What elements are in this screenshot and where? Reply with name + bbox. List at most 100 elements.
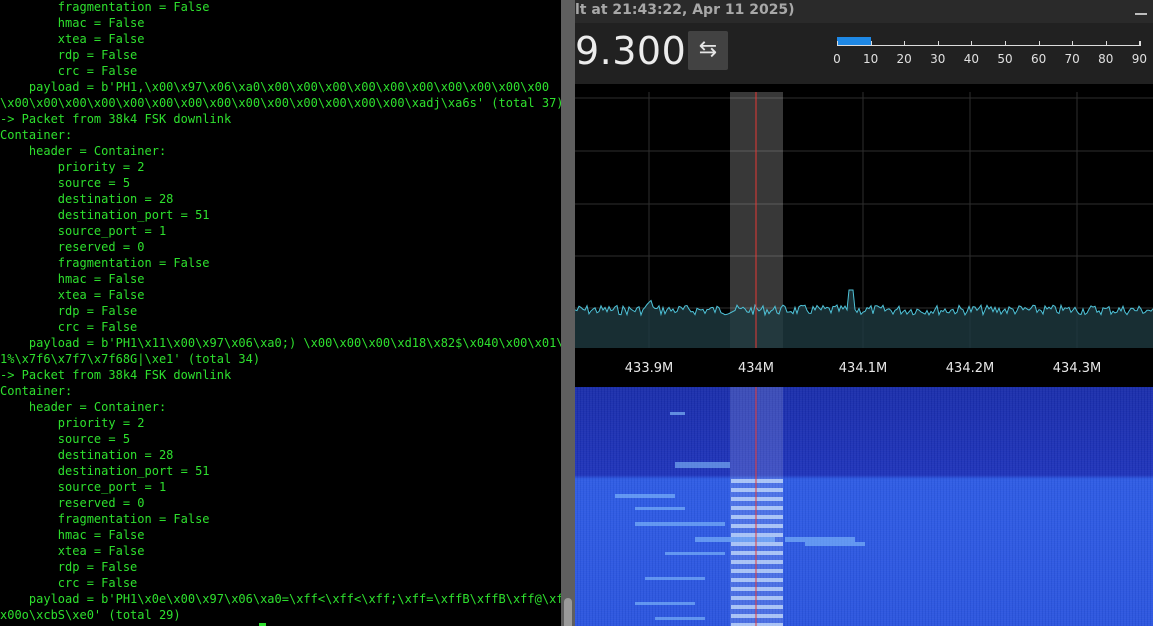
waterfall-burst	[731, 587, 783, 591]
waterfall-burst	[731, 488, 783, 492]
terminal-line: source = 5	[0, 176, 131, 190]
terminal-line: header = Container:	[0, 400, 167, 414]
terminal-line: payload = b'PH1,\x00\x97\x06\xa0\x00\x00…	[0, 80, 550, 94]
signal-meter: 0 10 20 30 40 50 60 70 80 90	[833, 35, 1148, 75]
waterfall-burst	[731, 578, 783, 582]
frequency-axis-label: 434.3M	[1052, 361, 1102, 376]
waterfall-trace	[655, 617, 705, 620]
terminal-line: hmac = False	[0, 16, 145, 30]
swap-button[interactable]: ⇆	[688, 31, 728, 70]
sdr-controls: 9.300 ⇆ 0 10 20 30 40 50 60 70 80 90	[575, 23, 1153, 84]
frequency-display[interactable]: 9.300	[575, 29, 686, 73]
terminal-line: x00o\xcbS\xe0' (total 29)	[0, 608, 181, 622]
window-divider	[561, 0, 575, 626]
signal-meter-label: 90	[1131, 52, 1148, 66]
waterfall-burst	[731, 560, 783, 564]
waterfall-display[interactable]	[575, 387, 1153, 626]
frequency-axis: 433.9M 434M 434.1M 434.2M 434.3M	[575, 348, 1153, 386]
waterfall-burst	[731, 596, 783, 600]
signal-meter-label: 20	[896, 52, 912, 66]
waterfall-trace	[615, 494, 675, 498]
terminal-line: -> Packet from 38k4 FSK downlink	[0, 112, 232, 126]
signal-meter-tick	[937, 41, 939, 46]
terminal-line: hmac = False	[0, 528, 145, 542]
terminal-line: crc = False	[0, 576, 138, 590]
terminal-line: hmac = False	[0, 272, 145, 286]
waterfall-trace	[785, 537, 855, 542]
signal-meter-tick	[870, 41, 872, 46]
signal-meter-fill	[837, 37, 871, 45]
signal-meter-label: 0	[833, 52, 841, 66]
terminal-line: fragmentation = False	[0, 256, 210, 270]
sdr-title: lt at 21:43:22, Apr 11 2025)	[575, 2, 795, 18]
terminal-line: priority = 2	[0, 416, 145, 430]
terminal-line: xtea = False	[0, 32, 145, 46]
terminal-line: destination_port = 51	[0, 464, 210, 478]
frequency-axis-label: 434M	[737, 361, 775, 376]
waterfall-trace	[670, 412, 685, 415]
terminal-window[interactable]: fragmentation = False hmac = False xtea …	[0, 0, 561, 626]
minimize-icon[interactable]	[1135, 13, 1147, 15]
terminal-line: rdp = False	[0, 560, 138, 574]
signal-meter-label: 10	[862, 52, 879, 66]
terminal-line: priority = 2	[0, 160, 145, 174]
signal-meter-label: 70	[1064, 52, 1080, 66]
terminal-line: Container:	[0, 128, 73, 142]
waterfall-trace	[665, 552, 725, 555]
terminal-line: xtea = False	[0, 544, 145, 558]
terminal-line: payload = b'PH1\x11\x00\x97\x06\xa0;) \x…	[0, 336, 561, 350]
waterfall-trace	[695, 537, 775, 542]
waterfall-trace	[645, 577, 705, 580]
terminal-line: header = Container:	[0, 144, 167, 158]
frequency-axis-label: 434.1M	[838, 361, 888, 376]
waterfall-burst	[731, 506, 783, 510]
waterfall-trace	[635, 602, 695, 605]
waterfall-trace	[635, 507, 685, 510]
waterfall-burst	[731, 551, 783, 555]
terminal-line: crc = False	[0, 64, 138, 78]
sdr-titlebar: lt at 21:43:22, Apr 11 2025)	[575, 0, 1153, 23]
signal-meter-tick	[971, 41, 973, 46]
signal-meter-label: 30	[930, 52, 946, 66]
terminal-line: reserved = 0	[0, 496, 145, 510]
signal-meter-tick	[1005, 41, 1006, 46]
terminal-scrollbar[interactable]	[564, 598, 572, 626]
waterfall-burst	[731, 605, 783, 609]
waterfall-burst	[731, 479, 783, 483]
signal-meter-label: 60	[1030, 52, 1047, 66]
terminal-line: destination = 28	[0, 192, 174, 206]
terminal-line: source_port = 1	[0, 480, 167, 494]
spectrum-svg	[575, 92, 1153, 348]
frequency-axis-label: 433.9M	[624, 361, 674, 376]
terminal-line: destination_port = 51	[0, 208, 210, 222]
terminal-line: payload = b'PH1\x0e\x00\x97\x06\xa0=\xff…	[0, 592, 561, 606]
waterfall-burst	[731, 497, 783, 501]
terminal-line: crc = False	[0, 320, 138, 334]
signal-meter-scale	[837, 45, 1140, 46]
terminal-line: rdp = False	[0, 304, 138, 318]
signal-meter-tick	[1038, 41, 1040, 46]
waterfall-burst	[731, 614, 783, 618]
terminal-line: source = 5	[0, 432, 131, 446]
signal-meter-tick	[1140, 41, 1141, 46]
waterfall-burst	[731, 524, 783, 528]
waterfall-burst	[731, 542, 783, 546]
frequency-axis-label: 434.2M	[945, 361, 995, 376]
waterfall-burst	[731, 533, 783, 537]
signal-meter-tick	[1072, 41, 1074, 46]
terminal-line: fragmentation = False	[0, 0, 210, 14]
spectrum-fill	[575, 290, 1153, 348]
terminal-line: fragmentation = False	[0, 512, 210, 526]
swap-arrows-icon: ⇆	[698, 37, 718, 62]
signal-meter-label: 80	[1098, 52, 1114, 66]
signal-meter-tick	[904, 41, 906, 46]
terminal-line: xtea = False	[0, 288, 145, 302]
signal-meter-tick	[837, 41, 838, 46]
waterfall-burst	[731, 515, 783, 519]
terminal-line: reserved = 0	[0, 240, 145, 254]
terminal-line: rdp = False	[0, 48, 138, 62]
terminal-line: destination = 28	[0, 448, 174, 462]
spectrum-plot[interactable]	[575, 84, 1153, 348]
waterfall-trace	[635, 522, 725, 526]
terminal-line: source_port = 1	[0, 224, 167, 238]
